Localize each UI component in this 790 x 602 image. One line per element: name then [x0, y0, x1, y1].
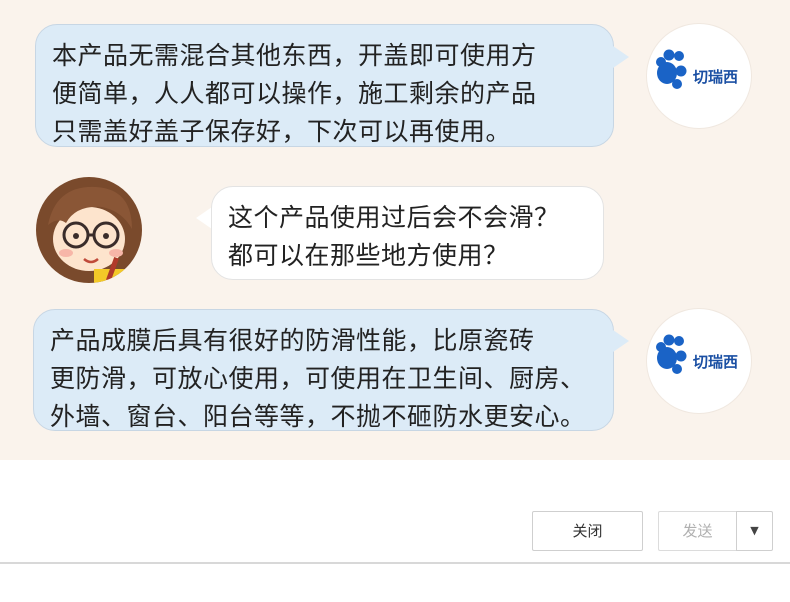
- bubble-tail: [613, 330, 629, 352]
- send-options-dropdown[interactable]: ▼: [736, 511, 773, 551]
- message-line: 本产品无需混合其他东西，开盖即可使用方: [52, 41, 537, 70]
- message-line: 只需盖好盖子保存好，下次可以再使用。: [52, 117, 512, 146]
- brand-avatar[interactable]: 切瑞西: [647, 309, 751, 413]
- message-line: 外墙、窗台、阳台等等，不抛不砸防水更安心。: [50, 402, 586, 431]
- close-button[interactable]: 关闭: [532, 511, 643, 551]
- brand-message-bubble: 本产品无需混合其他东西，开盖即可使用方 便简单，人人都可以操作，施工剩余的产品 …: [35, 24, 614, 147]
- message-line: 产品成膜后具有很好的防滑性能，比原瓷砖: [50, 326, 535, 355]
- brand-avatar[interactable]: 切瑞西: [647, 24, 751, 128]
- brand-logo-text: 切瑞西: [693, 68, 739, 86]
- bubble-tail: [196, 207, 212, 229]
- message-toolbar: 关闭 发送 ▼: [0, 460, 790, 602]
- send-button[interactable]: 发送: [658, 511, 736, 551]
- brand-logo-text: 切瑞西: [693, 353, 739, 371]
- message-line: 更防滑，可放心使用，可使用在卫生间、厨房、: [50, 364, 586, 393]
- cartoon-girl-avatar-icon: [36, 177, 142, 283]
- brand-message-bubble: 产品成膜后具有很好的防滑性能，比原瓷砖 更防滑，可放心使用，可使用在卫生间、厨房…: [33, 309, 614, 431]
- bubble-tail: [613, 46, 629, 68]
- message-line: 便简单，人人都可以操作，施工剩余的产品: [52, 79, 537, 108]
- message-line: 这个产品使用过后会不会滑？: [228, 203, 560, 232]
- user-message-bubble: 这个产品使用过后会不会滑？ 都可以在那些地方使用？: [211, 186, 604, 280]
- message-line: 都可以在那些地方使用？: [228, 241, 509, 270]
- chevron-down-icon: ▼: [750, 524, 759, 537]
- user-avatar[interactable]: [36, 177, 142, 283]
- divider: [0, 562, 790, 564]
- chat-area: 本产品无需混合其他东西，开盖即可使用方 便简单，人人都可以操作，施工剩余的产品 …: [0, 0, 790, 460]
